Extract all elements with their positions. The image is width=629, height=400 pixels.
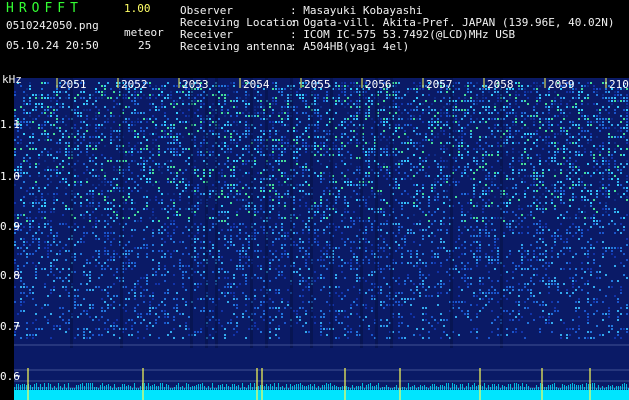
- time-tick-label: 2100: [609, 78, 629, 91]
- unit-label: kHz: [2, 73, 22, 86]
- file-name: 0510242050.png: [6, 19, 99, 32]
- antenna-value: : A504HB(yagi 4el): [290, 40, 410, 53]
- time-tick-label: 2052: [121, 78, 148, 91]
- spectrogram-panel: 2051 2052 2053 2054 2055 2056 2057 2058 2059 2100…: [0, 78, 629, 400]
- date-time: 05.10.24 20:50: [6, 39, 99, 52]
- time-tick-label: 2058: [487, 78, 514, 91]
- time-tick-label: 2059: [548, 78, 575, 91]
- app-version: 1.00: [124, 2, 151, 15]
- meteor-label: meteor: [124, 26, 164, 39]
- spectrogram-canvas: 2051 2052 2053 2054 2055 2056 2057 2058 2059 2100…: [0, 78, 629, 400]
- time-tick-label: 2057: [426, 78, 453, 91]
- time-tick-label: 2054: [243, 78, 270, 91]
- time-tick-label: 2055: [304, 78, 331, 91]
- app-logo: HROFFT: [6, 1, 83, 16]
- time-tick-label: 2053: [182, 78, 209, 91]
- time-tick-label: 2051: [60, 78, 87, 91]
- antenna-label: Receiving antenna: [180, 40, 293, 53]
- meteor-count: 25: [138, 39, 152, 52]
- header-panel: HROFFT 1.00 0510242050.png meteor 05.10.…: [0, 0, 629, 76]
- time-tick-label: 2056: [365, 78, 392, 91]
